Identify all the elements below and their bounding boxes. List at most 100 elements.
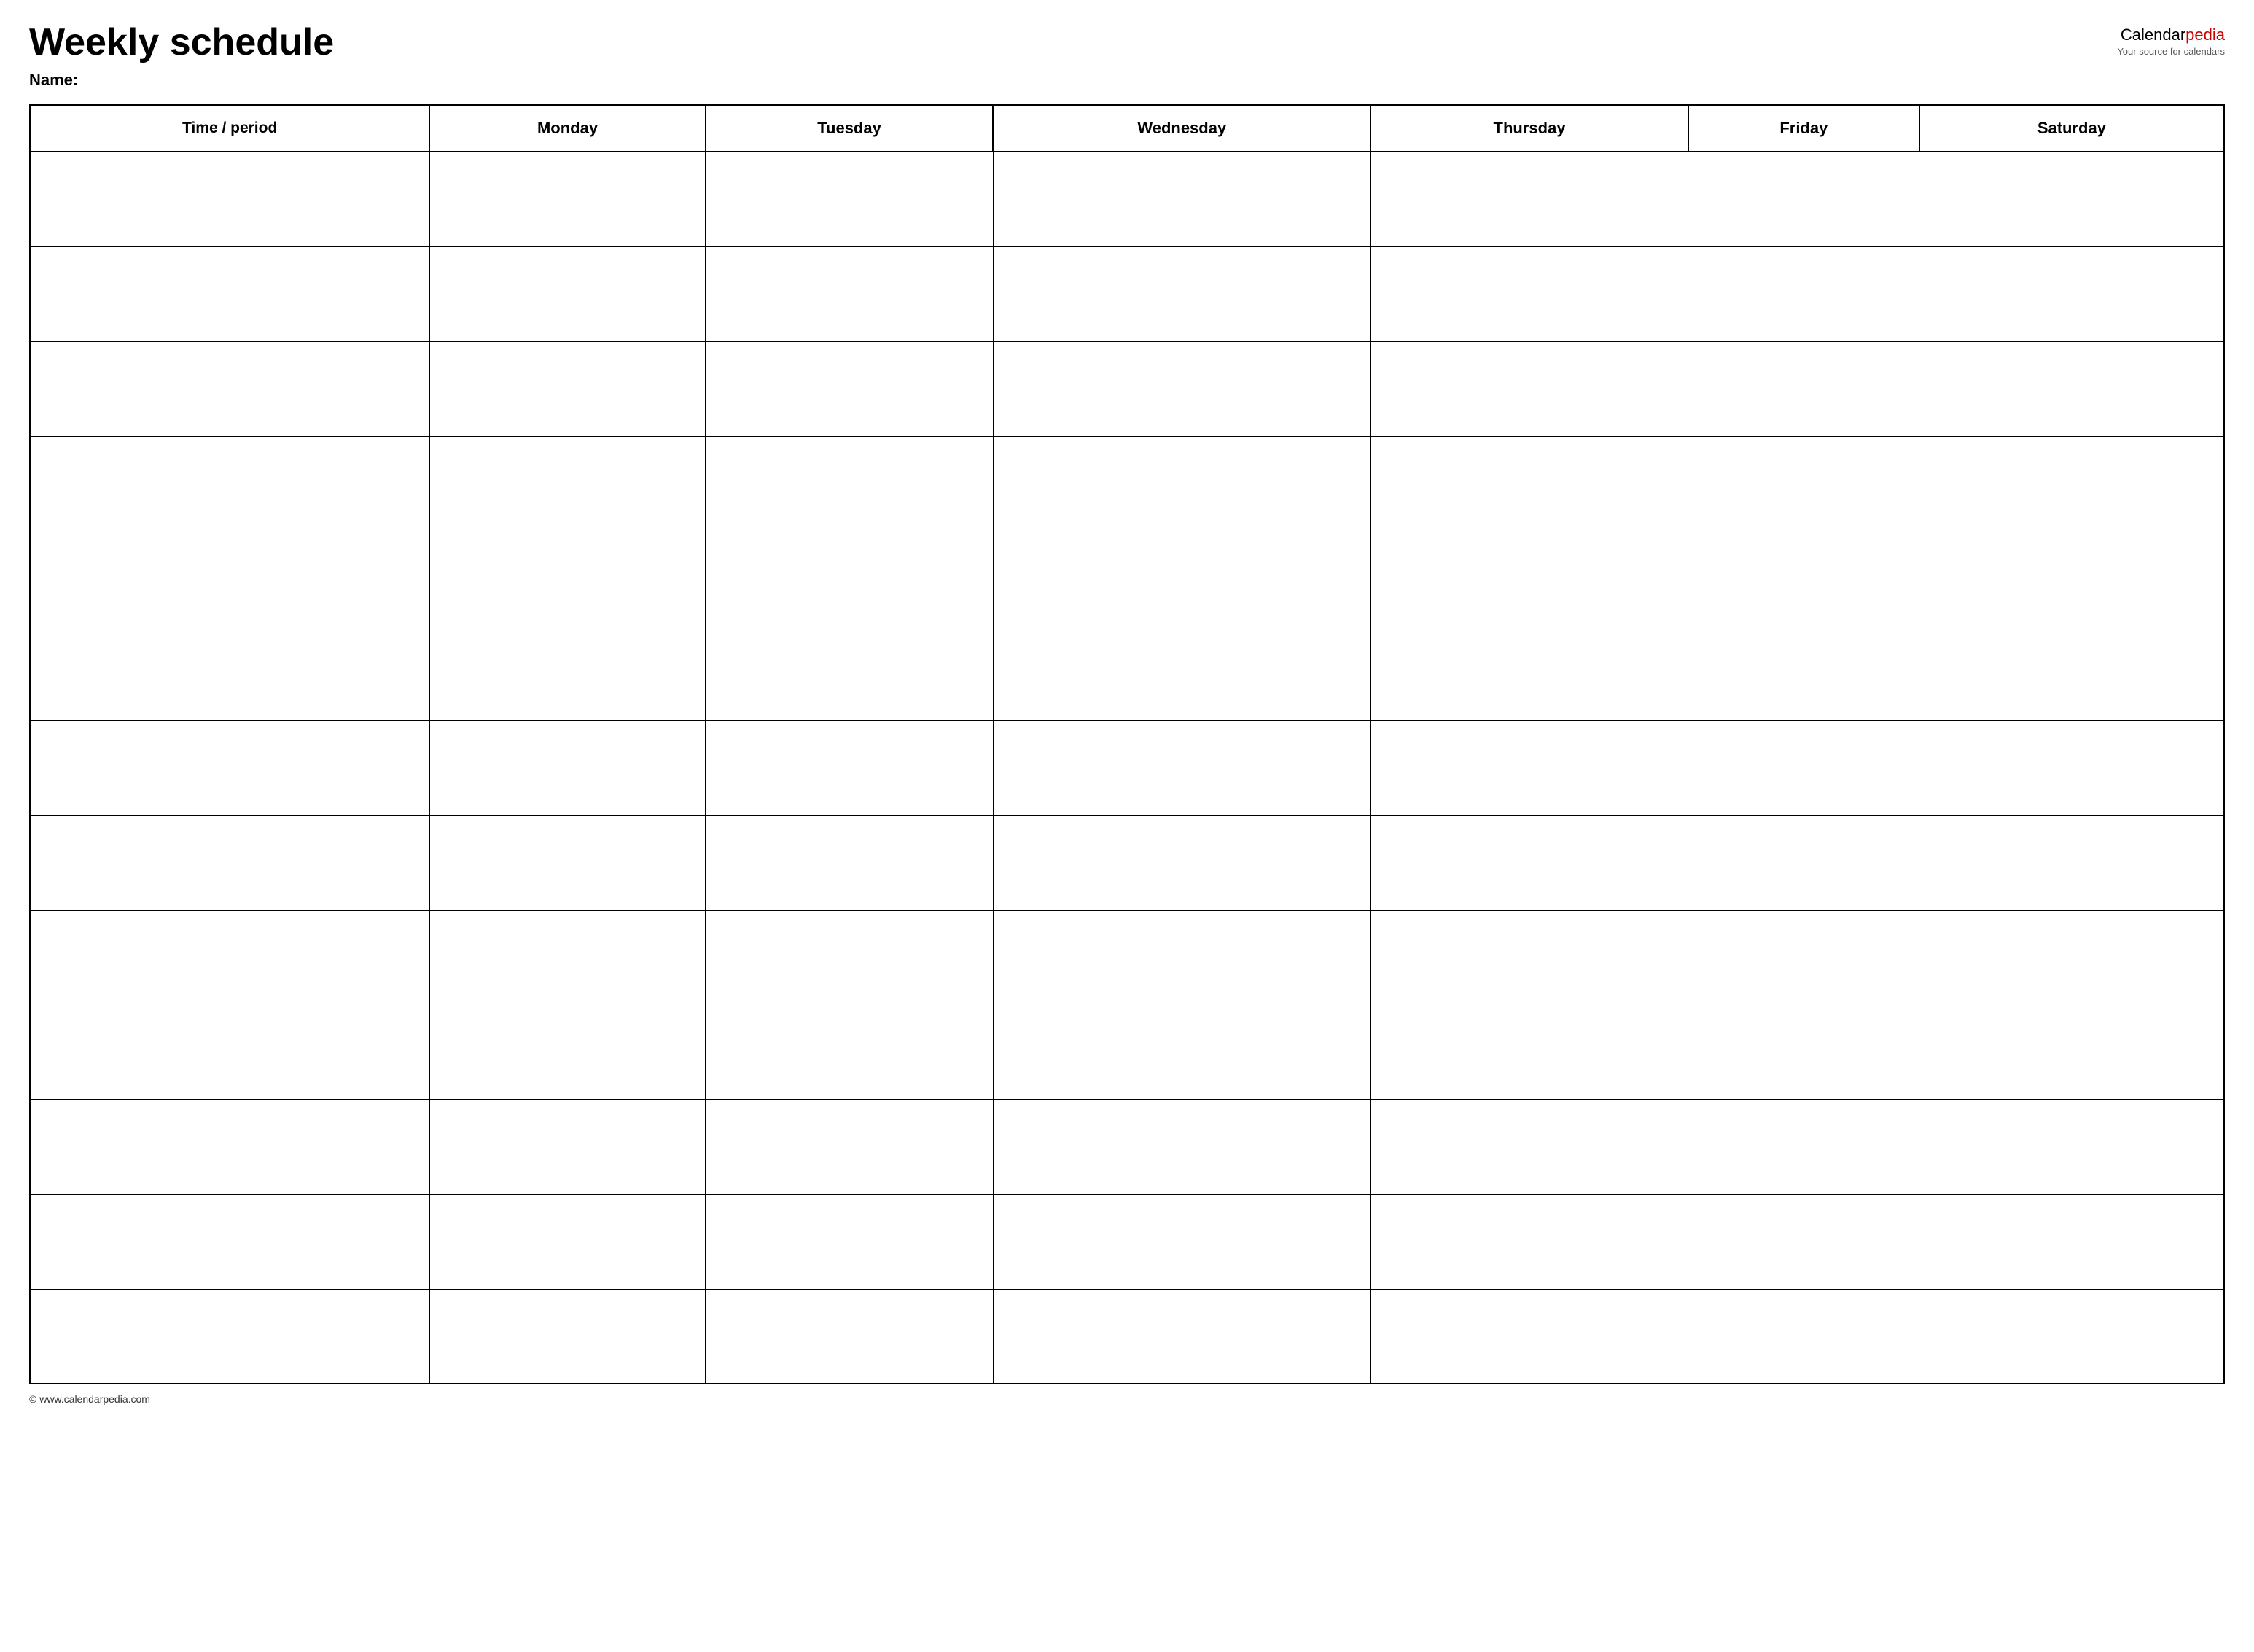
table-cell[interactable] [1688, 1194, 1919, 1289]
table-cell[interactable] [30, 436, 429, 531]
table-cell[interactable] [30, 341, 429, 436]
table-cell[interactable] [993, 1289, 1370, 1384]
table-cell[interactable] [1919, 1289, 2224, 1384]
table-cell[interactable] [30, 531, 429, 626]
table-cell[interactable] [1919, 910, 2224, 1005]
table-cell[interactable] [1370, 720, 1688, 815]
table-cell[interactable] [1688, 1099, 1919, 1194]
table-cell[interactable] [30, 1099, 429, 1194]
table-cell[interactable] [1370, 1005, 1688, 1099]
table-cell[interactable] [30, 720, 429, 815]
table-row [30, 152, 2224, 246]
table-cell[interactable] [1688, 910, 1919, 1005]
table-cell[interactable] [1688, 341, 1919, 436]
table-row [30, 815, 2224, 910]
table-cell[interactable] [1688, 1289, 1919, 1384]
table-cell[interactable] [429, 341, 705, 436]
table-cell[interactable] [429, 1194, 705, 1289]
table-cell[interactable] [1919, 1099, 2224, 1194]
table-cell[interactable] [1919, 720, 2224, 815]
table-cell[interactable] [1370, 1194, 1688, 1289]
table-cell[interactable] [993, 1099, 1370, 1194]
table-cell[interactable] [1370, 1289, 1688, 1384]
table-cell[interactable] [993, 1194, 1370, 1289]
table-cell[interactable] [1919, 1005, 2224, 1099]
table-cell[interactable] [1688, 436, 1919, 531]
table-cell[interactable] [993, 720, 1370, 815]
table-row [30, 436, 2224, 531]
table-cell[interactable] [1688, 720, 1919, 815]
table-cell[interactable] [1370, 152, 1688, 246]
table-cell[interactable] [30, 1005, 429, 1099]
table-cell[interactable] [993, 1005, 1370, 1099]
table-cell[interactable] [993, 626, 1370, 720]
table-cell[interactable] [1688, 152, 1919, 246]
table-cell[interactable] [1919, 436, 2224, 531]
table-cell[interactable] [429, 1099, 705, 1194]
table-cell[interactable] [30, 910, 429, 1005]
table-cell[interactable] [429, 720, 705, 815]
table-cell[interactable] [1919, 531, 2224, 626]
table-cell[interactable] [706, 341, 994, 436]
table-cell[interactable] [993, 246, 1370, 341]
table-cell[interactable] [30, 1289, 429, 1384]
table-cell[interactable] [993, 152, 1370, 246]
table-row [30, 246, 2224, 341]
table-cell[interactable] [1688, 1005, 1919, 1099]
table-cell[interactable] [30, 815, 429, 910]
table-cell[interactable] [429, 626, 705, 720]
table-cell[interactable] [706, 910, 994, 1005]
table-cell[interactable] [1688, 531, 1919, 626]
table-cell[interactable] [1919, 626, 2224, 720]
table-cell[interactable] [706, 152, 994, 246]
table-cell[interactable] [1919, 815, 2224, 910]
table-cell[interactable] [706, 1194, 994, 1289]
col-header-saturday: Saturday [1919, 105, 2224, 152]
table-cell[interactable] [1370, 815, 1688, 910]
table-row [30, 720, 2224, 815]
table-cell[interactable] [706, 436, 994, 531]
table-cell[interactable] [429, 910, 705, 1005]
table-cell[interactable] [1370, 436, 1688, 531]
table-cell[interactable] [706, 1005, 994, 1099]
table-cell[interactable] [429, 436, 705, 531]
table-cell[interactable] [706, 626, 994, 720]
name-label: Name: [29, 71, 2225, 90]
table-cell[interactable] [1370, 1099, 1688, 1194]
table-cell[interactable] [1370, 910, 1688, 1005]
table-cell[interactable] [1688, 626, 1919, 720]
table-cell[interactable] [706, 246, 994, 341]
page-header: Weekly schedule Calendarpedia Your sourc… [29, 22, 2225, 63]
table-cell[interactable] [1370, 341, 1688, 436]
table-cell[interactable] [429, 1289, 705, 1384]
table-cell[interactable] [30, 1194, 429, 1289]
table-cell[interactable] [1919, 341, 2224, 436]
table-cell[interactable] [1370, 531, 1688, 626]
table-cell[interactable] [30, 246, 429, 341]
table-cell[interactable] [706, 1289, 994, 1384]
table-cell[interactable] [429, 246, 705, 341]
table-cell[interactable] [429, 531, 705, 626]
table-cell[interactable] [706, 1099, 994, 1194]
table-cell[interactable] [30, 152, 429, 246]
table-cell[interactable] [706, 815, 994, 910]
table-cell[interactable] [993, 531, 1370, 626]
table-cell[interactable] [993, 910, 1370, 1005]
table-cell[interactable] [429, 152, 705, 246]
table-cell[interactable] [1919, 1194, 2224, 1289]
table-cell[interactable] [1688, 815, 1919, 910]
table-cell[interactable] [1919, 246, 2224, 341]
table-cell[interactable] [429, 1005, 705, 1099]
table-cell[interactable] [1370, 626, 1688, 720]
table-cell[interactable] [993, 436, 1370, 531]
table-cell[interactable] [1370, 246, 1688, 341]
table-cell[interactable] [706, 531, 994, 626]
table-cell[interactable] [1919, 152, 2224, 246]
table-cell[interactable] [993, 815, 1370, 910]
table-cell[interactable] [30, 626, 429, 720]
table-cell[interactable] [1688, 246, 1919, 341]
table-cell[interactable] [706, 720, 994, 815]
table-cell[interactable] [993, 341, 1370, 436]
table-cell[interactable] [429, 815, 705, 910]
table-row [30, 910, 2224, 1005]
